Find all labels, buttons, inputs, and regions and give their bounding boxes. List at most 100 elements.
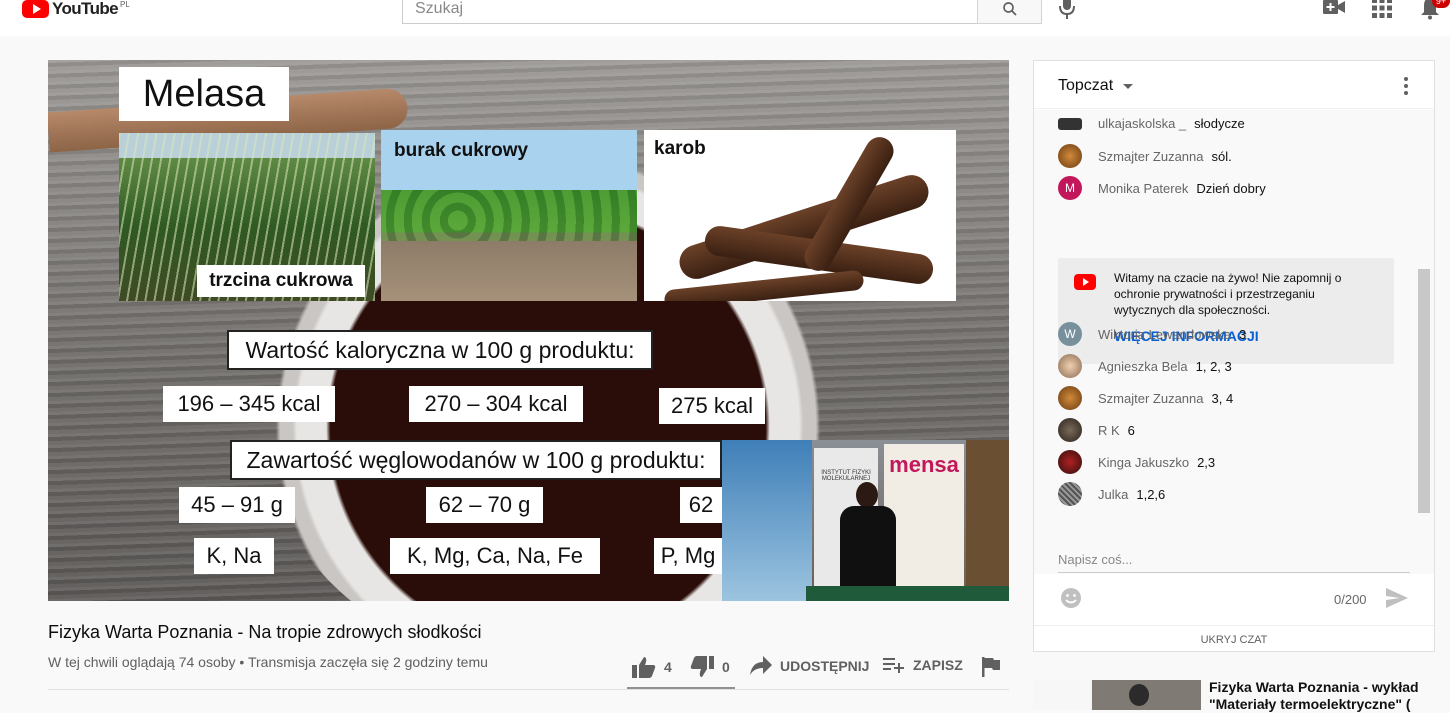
create-video-icon[interactable] [1322, 0, 1346, 20]
chat-message: Szmajter Zuzanna sól. [1058, 144, 1232, 168]
chevron-down-icon[interactable] [1123, 84, 1133, 89]
chat-message: M Monika Paterek Dzień dobry [1058, 176, 1266, 200]
thumb-down-icon [690, 656, 714, 677]
chat-author[interactable]: ulkajaskolska _ [1098, 116, 1186, 131]
wall-panel [966, 440, 1009, 601]
presenter-body [840, 506, 896, 586]
chat-text: 3, 4 [1211, 390, 1234, 406]
photo-label-cane: trzcina cukrowa [197, 265, 365, 297]
save-button[interactable]: ZAPISZ [883, 656, 963, 674]
chat-author[interactable]: Agnieszka Bela [1098, 359, 1188, 374]
avatar[interactable] [1058, 450, 1082, 474]
youtube-play-icon [1074, 274, 1096, 290]
chat-author[interactable]: Szmajter Zuzanna [1098, 149, 1204, 164]
video-title: Fizyka Warta Poznania - Na tropie zdrowy… [48, 622, 482, 642]
chat-message-input[interactable] [1058, 547, 1410, 573]
more-options-icon[interactable] [1404, 77, 1408, 95]
notification-badge: 9+ [1432, 0, 1450, 8]
thumbnail-person [1129, 684, 1149, 706]
avatar[interactable] [1058, 418, 1082, 442]
chat-message: ulkajaskolska _ słodycze [1058, 116, 1245, 131]
chat-author[interactable]: Kinga Jakuszko [1098, 455, 1189, 470]
search-button[interactable] [977, 0, 1042, 24]
chat-message-list[interactable]: ulkajaskolska _ słodycze Szmajter Zuzann… [1034, 110, 1434, 574]
sugar-beet-photo: burak cukrowy [381, 130, 637, 301]
avatar[interactable]: W [1058, 322, 1082, 346]
carob-photo: karob [644, 130, 956, 301]
chat-scrollbar[interactable] [1418, 269, 1430, 513]
presenter-camera-inset: INSTYTUT FIZYKI MOLEKULARNEJ mensa [722, 440, 1009, 601]
calorie-value-carob: 275 kcal [659, 388, 765, 424]
like-count: 4 [664, 659, 672, 675]
related-video-thumbnail[interactable] [1033, 680, 1201, 710]
emoji-icon[interactable] [1060, 587, 1082, 609]
chat-text: sól. [1211, 148, 1232, 164]
chat-message: W Wiktoria Lewandowska 3 [1058, 322, 1246, 346]
playlist-add-icon [883, 658, 904, 673]
chat-message: Kinga Jakuszko 2,3 [1058, 450, 1215, 474]
carb-value-carob: 62 [680, 487, 722, 523]
chat-author[interactable]: Szmajter Zuzanna [1098, 391, 1204, 406]
thumbnail-left-panel [1033, 680, 1091, 710]
logo-country: PL [120, 0, 130, 9]
chat-text: 6 [1127, 422, 1135, 438]
youtube-logo[interactable]: YouTube PL [22, 0, 130, 18]
chat-message: Szmajter Zuzanna 3, 4 [1058, 386, 1233, 410]
search-icon [1002, 2, 1017, 16]
avatar[interactable] [1058, 354, 1082, 378]
poster-left [722, 440, 812, 601]
dislike-button[interactable]: 0 [690, 656, 730, 678]
search-input[interactable] [402, 0, 978, 24]
avatar[interactable] [1058, 117, 1082, 130]
share-arrow-icon [750, 656, 772, 675]
like-button[interactable]: 4 [632, 656, 672, 678]
chat-mode-dropdown[interactable]: Topczat [1058, 77, 1113, 95]
chat-header: Topczat [1034, 61, 1434, 109]
dislike-count: 0 [722, 659, 730, 675]
related-video-title[interactable]: Fizyka Warta Poznania - wykład "Materiał… [1209, 679, 1434, 713]
carb-value-beet: 62 – 70 g [426, 487, 543, 523]
chat-text: 1, 2, 3 [1195, 358, 1232, 374]
chat-author[interactable]: Monika Paterek [1098, 181, 1188, 196]
flag-icon[interactable] [982, 657, 1000, 677]
mic-icon[interactable] [1059, 0, 1075, 20]
chat-text: słodycze [1194, 116, 1245, 131]
avatar[interactable] [1058, 144, 1082, 168]
calorie-value-cane: 196 – 345 kcal [163, 386, 335, 422]
share-button[interactable]: UDOSTĘPNIJ [750, 656, 869, 676]
top-bar: YouTube PL 9+ [0, 0, 1450, 36]
carb-value-cane: 45 – 91 g [179, 487, 295, 523]
avatar[interactable]: M [1058, 176, 1082, 200]
minerals-beet: K, Mg, Ca, Na, Fe [390, 538, 600, 574]
presenter-head [856, 482, 878, 508]
calorie-value-beet: 270 – 304 kcal [409, 386, 583, 422]
minerals-cane: K, Na [194, 538, 274, 574]
calorie-heading: Wartość kaloryczna w 100 g produktu: [227, 330, 653, 370]
youtube-play-icon [22, 0, 49, 18]
chat-welcome-notice: Witamy na czacie na żywo! Nie zapomnij o… [1058, 258, 1394, 364]
live-chat-panel: Topczat ulkajaskolska _ słodycze Szmajte… [1033, 60, 1435, 652]
chat-author[interactable]: R K [1098, 423, 1120, 438]
save-label: ZAPISZ [913, 657, 963, 673]
chat-message: R K 6 [1058, 418, 1135, 442]
apps-grid-icon[interactable] [1370, 0, 1394, 20]
mensa-banner: mensa [884, 444, 964, 594]
chat-author[interactable]: Julka [1098, 487, 1128, 502]
notice-text: Witamy na czacie na żywo! Nie zapomnij o… [1114, 271, 1342, 317]
chat-message: Agnieszka Bela 1, 2, 3 [1058, 354, 1232, 378]
minerals-carob: P, Mg [654, 538, 722, 574]
send-icon[interactable] [1386, 588, 1408, 608]
hide-chat-button[interactable]: UKRYJ CZAT [1034, 625, 1434, 653]
chat-text: 1,2,6 [1136, 486, 1166, 502]
logo-text: YouTube [52, 0, 119, 18]
share-label: UDOSTĘPNIJ [780, 658, 870, 674]
chat-text: Dzień dobry [1196, 180, 1266, 196]
avatar[interactable] [1058, 482, 1082, 506]
slide-title: Melasa [119, 67, 289, 121]
chat-author[interactable]: Wiktoria Lewandowska [1098, 327, 1231, 342]
avatar[interactable] [1058, 386, 1082, 410]
char-counter: 0/200 [1334, 592, 1367, 607]
chat-message: Julka 1,2,6 [1058, 482, 1165, 506]
divider [48, 689, 1009, 690]
video-player[interactable]: Melasa trzcina cukrowa burak cukrowy kar… [48, 60, 1009, 601]
